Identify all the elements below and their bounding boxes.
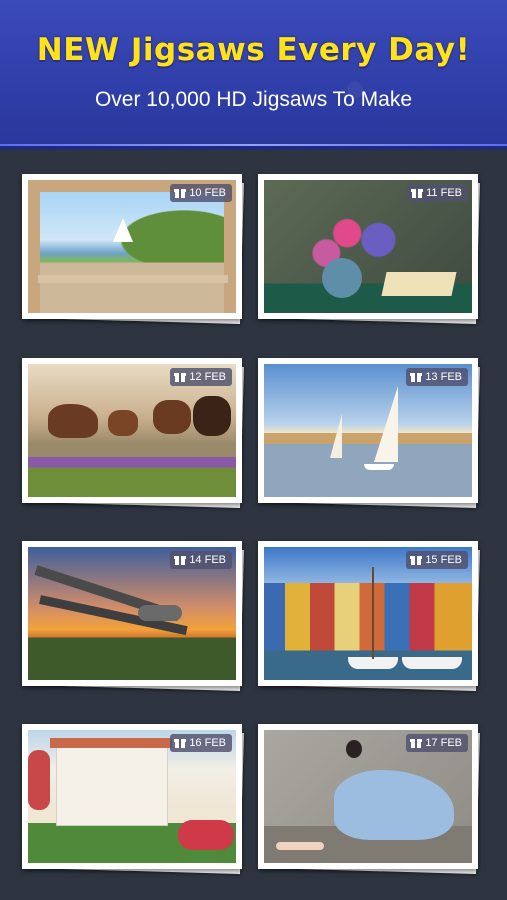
date-label: 16 FEB [189,737,226,749]
date-badge: 11 FEB [407,184,468,202]
date-badge: 17 FEB [406,734,468,752]
puzzle-thumbnail[interactable]: 13 FEB [258,358,478,503]
puzzle-thumbnail[interactable]: 17 FEB [258,724,478,869]
date-badge: 16 FEB [170,734,232,752]
date-label: 17 FEB [425,737,462,749]
gift-icon [410,372,423,382]
date-badge: 15 FEB [406,551,468,569]
date-label: 11 FEB [426,187,462,199]
banner-subhead: Over 10,000 HD Jigsaws To Make [94,88,413,111]
date-badge: 13 FEB [406,368,468,386]
puzzle-thumbnail[interactable]: 15 FEB [258,541,478,686]
gift-icon [174,738,187,748]
date-label: 13 FEB [425,371,462,383]
puzzle-thumbnail[interactable]: 11 FEB [258,174,478,319]
date-badge: 12 FEB [170,368,232,386]
puzzle-card-13-feb[interactable]: 13 FEB [258,358,480,508]
gift-icon [174,555,187,565]
gift-icon [410,555,423,565]
puzzle-card-16-feb[interactable]: 16 FEB [22,724,244,874]
date-label: 10 FEB [189,187,226,199]
puzzle-card-14-feb[interactable]: 14 FEB [22,541,244,691]
puzzle-card-10-feb[interactable]: 10 FEB [22,174,244,324]
puzzle-thumbnail[interactable]: 12 FEB [22,358,242,503]
date-label: 15 FEB [425,554,462,566]
gift-icon [411,188,424,198]
gift-icon [410,738,423,748]
date-label: 14 FEB [189,554,226,566]
puzzle-card-12-feb[interactable]: 12 FEB [22,358,244,508]
puzzle-thumbnail[interactable]: 10 FEB [22,174,242,319]
puzzle-thumbnail[interactable]: 14 FEB [22,541,242,686]
puzzle-thumbnail[interactable]: 16 FEB [22,724,242,869]
date-badge: 10 FEB [170,184,232,202]
gift-icon [174,372,187,382]
date-label: 12 FEB [189,371,226,383]
gift-icon [174,188,187,198]
puzzle-card-11-feb[interactable]: 11 FEB [258,174,480,324]
date-badge: 14 FEB [170,551,232,569]
puzzle-card-17-feb[interactable]: 17 FEB [258,724,480,874]
puzzle-card-15-feb[interactable]: 15 FEB [258,541,480,691]
promo-banner: NEW Jigsaws Every Day! Over 10,000 HD Ji… [0,0,507,150]
banner-headline: NEW Jigsaws Every Day! [36,32,471,68]
